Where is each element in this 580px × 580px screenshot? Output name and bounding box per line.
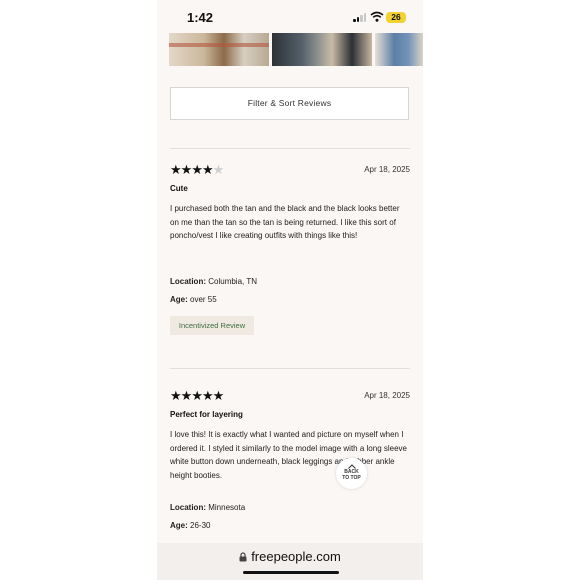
location-label: Location: bbox=[170, 277, 206, 286]
status-bar: 1:42 26 bbox=[157, 0, 423, 32]
star-icon: ★ bbox=[180, 162, 193, 177]
wifi-icon bbox=[370, 11, 384, 22]
phone-screen: 1:42 26 Filter & Sort Reviews ★★★★★ Apr … bbox=[157, 0, 423, 580]
home-indicator[interactable] bbox=[243, 571, 339, 574]
review-title: Perfect for layering bbox=[170, 410, 243, 419]
review-age: Age: over 55 bbox=[170, 295, 217, 304]
star-rating: ★★★★★ bbox=[170, 388, 225, 403]
review-photo[interactable] bbox=[375, 33, 423, 66]
star-icon: ★ bbox=[201, 388, 214, 403]
filter-sort-reviews-button[interactable]: Filter & Sort Reviews bbox=[170, 87, 409, 120]
back-to-top-button[interactable]: BACK TO TOP bbox=[336, 458, 367, 489]
back-to-top-line2: TO TOP bbox=[342, 474, 361, 481]
url-display[interactable]: freepeople.com bbox=[157, 549, 423, 564]
review-age: Age: 26-30 bbox=[170, 521, 210, 530]
review-photo[interactable] bbox=[272, 33, 372, 66]
star-icon: ★ bbox=[170, 388, 182, 403]
review-body: I love this! It is exactly what I wanted… bbox=[170, 430, 407, 480]
review-item: ★★★★★ Apr 18, 2025 Cute I purchased both… bbox=[170, 162, 410, 344]
signal-icon bbox=[353, 13, 367, 22]
age-value: over 55 bbox=[190, 295, 217, 304]
lock-icon bbox=[239, 552, 247, 562]
age-label: Age: bbox=[170, 295, 188, 304]
review-location: Location: Columbia, TN bbox=[170, 277, 257, 286]
location-value: Minnesota bbox=[208, 503, 246, 512]
browser-address-bar[interactable]: freepeople.com bbox=[157, 543, 423, 580]
star-icon: ★ bbox=[212, 162, 225, 177]
divider bbox=[170, 368, 410, 369]
location-value: Columbia, TN bbox=[208, 277, 257, 286]
star-rating: ★★★★★ bbox=[170, 162, 225, 177]
star-icon: ★ bbox=[201, 162, 214, 177]
incentivized-review-badge: Incentivized Review bbox=[170, 316, 254, 335]
star-icon: ★ bbox=[180, 388, 193, 403]
review-body: I purchased both the tan and the black a… bbox=[170, 204, 400, 241]
review-item: ★★★★★ Apr 18, 2025 Perfect for layering … bbox=[170, 388, 410, 540]
age-value: 26-30 bbox=[190, 521, 211, 530]
age-label: Age: bbox=[170, 521, 188, 530]
star-icon: ★ bbox=[212, 388, 225, 403]
battery-icon: 26 bbox=[386, 12, 406, 23]
location-label: Location: bbox=[170, 503, 206, 512]
star-icon: ★ bbox=[191, 388, 203, 403]
review-date: Apr 18, 2025 bbox=[364, 391, 410, 400]
review-photo[interactable] bbox=[169, 33, 269, 66]
url-text: freepeople.com bbox=[251, 549, 341, 564]
review-title: Cute bbox=[170, 184, 188, 193]
star-icon: ★ bbox=[191, 162, 203, 177]
star-icon: ★ bbox=[170, 162, 182, 177]
review-location: Location: Minnesota bbox=[170, 503, 245, 512]
status-time: 1:42 bbox=[187, 10, 214, 25]
review-photo-strip bbox=[169, 33, 423, 66]
review-date: Apr 18, 2025 bbox=[364, 165, 410, 174]
divider bbox=[170, 148, 410, 149]
